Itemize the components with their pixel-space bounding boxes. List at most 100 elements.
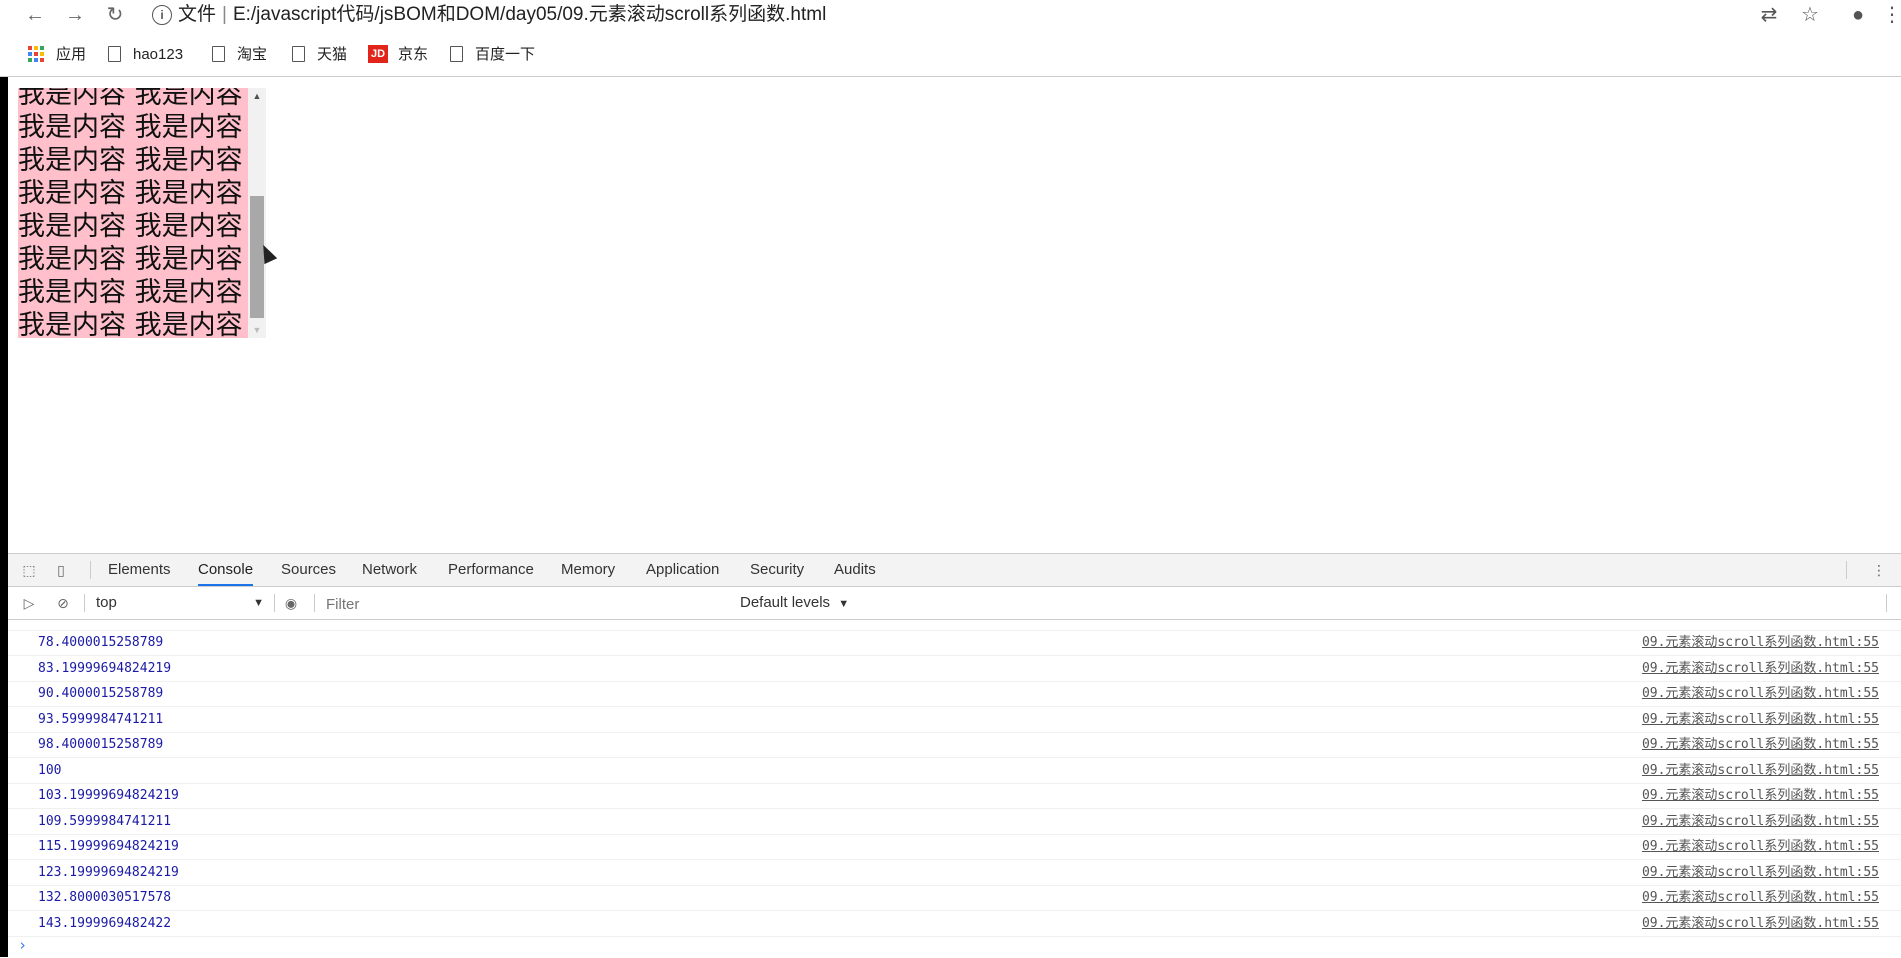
scroll-content: 我是内容 我是内容 我是内容 我是内容 我是内容 我是内容 我是内容 我是内容 …	[18, 88, 248, 338]
console-row: 109.5999984741211 09.元素滚动scroll系列函数.html:…	[8, 809, 1901, 835]
back-icon[interactable]: ←	[22, 2, 48, 28]
inspect-element-icon[interactable]: ⬚	[20, 561, 38, 579]
console-toolbar: ▷ ⊘ top ▼ ◉ Default levels ▼	[8, 587, 1901, 620]
bookmark-label: 应用	[56, 46, 87, 63]
console-row: 90.4000015258789 09.元素滚动scroll系列函数.html:5…	[8, 681, 1901, 707]
page-icon	[292, 45, 305, 62]
window-edge	[0, 76, 8, 957]
log-source-link[interactable]: 09.元素滚动scroll系列函数.html:55	[1642, 911, 1879, 936]
eye-icon[interactable]: ◉	[282, 594, 300, 612]
content-line: 我是内容 我是内容	[18, 244, 243, 275]
devtools-panel: ⬚ ▯ Elements Console Sources Network Per…	[8, 553, 1901, 958]
content-line: 我是内容 我是内容	[18, 178, 243, 209]
context-selector[interactable]: top ▼	[96, 587, 264, 619]
address-separator: |	[222, 4, 227, 25]
log-value: 103.19999694824219	[38, 788, 179, 803]
clear-console-icon[interactable]: ⊘	[54, 594, 72, 612]
log-source-link[interactable]: 09.元素滚动scroll系列函数.html:55	[1642, 885, 1879, 910]
tab-elements[interactable]: Elements	[108, 554, 171, 586]
content-line: 我是内容 我是内容	[18, 145, 243, 176]
content-line: 我是内容 我是内容	[18, 211, 243, 242]
tab-performance[interactable]: Performance	[448, 554, 534, 586]
tab-console[interactable]: Console	[198, 554, 254, 586]
page-icon	[212, 45, 225, 62]
console-row: 93.5999984741211 09.元素滚动scroll系列函数.html:5…	[8, 707, 1901, 733]
tab-sources[interactable]: Sources	[281, 554, 336, 586]
device-toolbar-icon[interactable]: ▯	[52, 561, 70, 579]
log-source-link[interactable]: 09.元素滚动scroll系列函数.html:55	[1642, 860, 1879, 885]
tab-network[interactable]: Network	[362, 554, 417, 586]
address-bar[interactable]: i 文件 | E:/javascript代码/jsBOM和DOM/day05/09.元…	[152, 0, 826, 30]
bookmark-apps[interactable]: 应用	[28, 40, 86, 70]
console-row: 103.19999694824219 09.元素滚动scroll系列函数.html…	[8, 783, 1901, 809]
bookmark-label: 京东	[398, 46, 429, 63]
log-source-link[interactable]: 09.元素滚动scroll系列函数.html:55	[1642, 681, 1879, 706]
bookmark-hao123[interactable]: hao123	[108, 40, 183, 70]
log-value: 143.1999969482422	[38, 915, 172, 931]
devtools-tabbar: ⬚ ▯ Elements Console Sources Network Per…	[8, 554, 1901, 587]
log-source-link[interactable]: 09.元素滚动scroll系列函数.html:55	[1642, 732, 1879, 757]
content-line: 我是内容 我是内容	[18, 88, 243, 110]
bookmark-star-icon[interactable]: ☆	[1797, 2, 1823, 28]
bookmark-taobao[interactable]: 淘宝	[212, 40, 267, 70]
log-value: 100	[38, 762, 62, 778]
bookmark-label: 淘宝	[237, 46, 268, 63]
page-icon	[450, 45, 463, 62]
log-value: 93.5999984741211	[38, 711, 164, 727]
toolbar-separator	[84, 594, 85, 612]
sidebar-toggle-icon[interactable]: ▷	[20, 594, 38, 612]
translate-icon[interactable]: ⇄	[1756, 2, 1782, 28]
log-value: 132.8000030517578	[38, 890, 172, 905]
log-source-link[interactable]: 09.元素滚动scroll系列函数.html:55	[1642, 707, 1879, 732]
console-row: 143.1999969482422 09.元素滚动scroll系列函数.html:…	[8, 911, 1901, 937]
scroll-up-arrow-icon[interactable]: ▲	[248, 88, 266, 104]
bookmark-label: hao123	[133, 46, 184, 63]
jd-logo-icon: JD	[368, 44, 388, 63]
toolbar-divider	[0, 76, 1901, 77]
toolbar-separator	[274, 594, 275, 612]
log-source-link[interactable]: 09.元素滚动scroll系列函数.html:55	[1642, 758, 1879, 783]
profile-avatar-icon[interactable]: ●	[1845, 2, 1871, 28]
tab-audits[interactable]: Audits	[834, 554, 876, 586]
context-value: top	[96, 594, 117, 611]
tab-security[interactable]: Security	[750, 554, 804, 586]
toolbar-separator	[314, 594, 315, 612]
scroll-box-scrollbar[interactable]: ▲ ▼	[248, 88, 266, 338]
log-source-link[interactable]: 09.元素滚动scroll系列函数.html:55	[1642, 834, 1879, 859]
forward-icon[interactable]: →	[62, 2, 88, 28]
bookmark-baidu[interactable]: 百度一下	[450, 40, 535, 70]
content-line: 我是内容 我是内容	[18, 310, 243, 338]
console-output: 78.4000015258789 09.元素滚动scroll系列函数.html:5…	[8, 620, 1901, 958]
scroll-box[interactable]: 我是内容 我是内容 我是内容 我是内容 我是内容 我是内容 我是内容 我是内容 …	[18, 88, 248, 338]
info-icon[interactable]: i	[152, 4, 172, 25]
log-value: 109.5999984741211	[38, 813, 172, 829]
bookmark-tmall[interactable]: 天猫	[292, 40, 347, 70]
bookmark-jd[interactable]: JD 京东	[368, 40, 428, 70]
scroll-down-arrow-icon[interactable]: ▼	[248, 322, 266, 338]
console-row: 115.19999694824219 09.元素滚动scroll系列函数.html…	[8, 834, 1901, 860]
content-line: 我是内容 我是内容	[18, 112, 243, 143]
console-row: 98.4000015258789 09.元素滚动scroll系列函数.html:5…	[8, 732, 1901, 758]
log-value: 123.19999694824219	[38, 864, 179, 880]
log-source-link[interactable]: 09.元素滚动scroll系列函数.html:55	[1642, 656, 1879, 681]
devtools-menu-icon[interactable]: ⋮	[1870, 561, 1888, 579]
log-source-link[interactable]: 09.元素滚动scroll系列函数.html:55	[1642, 783, 1879, 808]
apps-icon	[28, 45, 44, 62]
log-source-link[interactable]: 09.元素滚动scroll系列函数.html:55	[1642, 630, 1879, 655]
tab-memory[interactable]: Memory	[561, 554, 615, 586]
console-row: 132.8000030517578 09.元素滚动scroll系列函数.html:…	[8, 885, 1901, 911]
log-levels-dropdown[interactable]: Default levels ▼	[740, 587, 849, 619]
bookmark-label: 百度一下	[475, 46, 536, 63]
log-source-link[interactable]: 09.元素滚动scroll系列函数.html:55	[1642, 809, 1879, 834]
log-value: 98.4000015258789	[38, 737, 164, 752]
toolbar-separator	[1886, 594, 1887, 612]
console-prompt-icon[interactable]: ›	[18, 936, 27, 954]
console-row: 78.4000015258789 09.元素滚动scroll系列函数.html:5…	[8, 630, 1901, 656]
menu-dots-icon[interactable]: ⋮	[1882, 2, 1901, 28]
tab-application[interactable]: Application	[646, 554, 719, 586]
console-filter-input[interactable]	[324, 592, 728, 616]
reload-icon[interactable]: ↻	[102, 2, 128, 28]
log-value: 90.4000015258789	[38, 686, 164, 701]
tab-separator	[1846, 561, 1847, 579]
log-value: 83.19999694824219	[38, 660, 172, 676]
